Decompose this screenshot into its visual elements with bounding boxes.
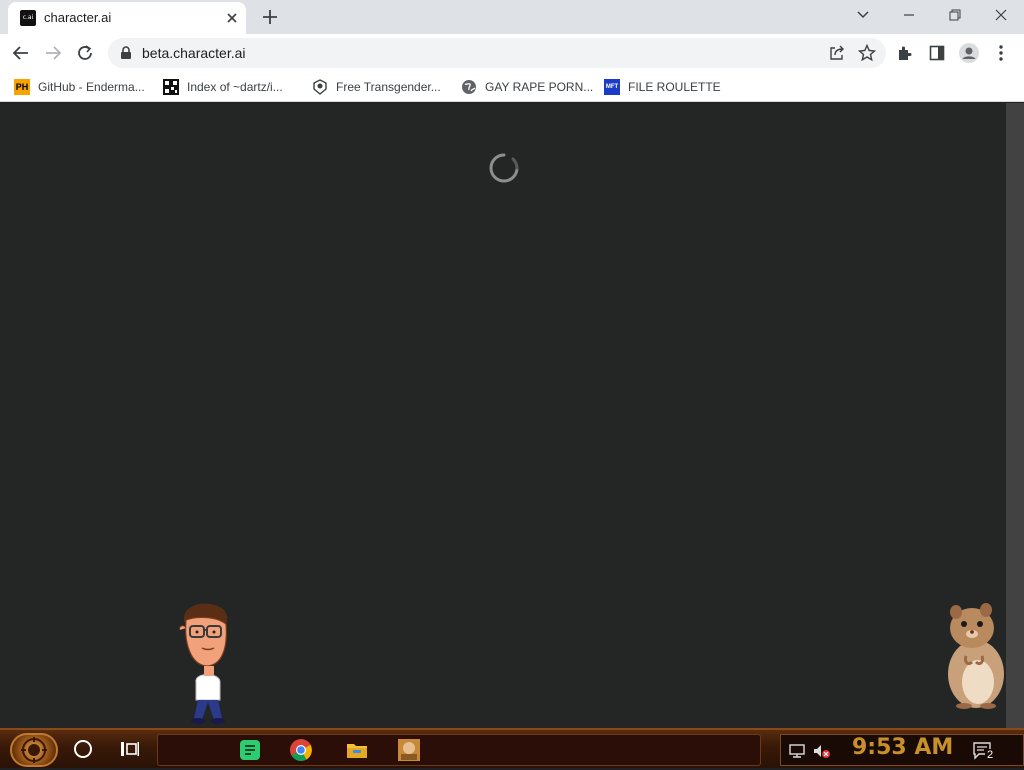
tab-character-ai[interactable]: c.ai character.ai	[8, 2, 246, 34]
app-thumbnail-icon[interactable]	[397, 738, 421, 762]
restore-icon	[949, 9, 961, 21]
notification-count: 2	[985, 749, 996, 761]
new-tab-icon[interactable]	[261, 8, 279, 26]
start-button[interactable]	[10, 733, 58, 767]
bookmark-star-icon[interactable]	[858, 44, 876, 62]
chevron-down-icon	[857, 11, 869, 19]
side-panel-icon	[929, 45, 945, 61]
badge-icon	[312, 79, 328, 95]
hamster-desktop-buddy[interactable]	[938, 602, 1008, 710]
bookmark-label: GitHub - Enderma...	[38, 80, 145, 94]
share-icon[interactable]	[828, 44, 846, 62]
bookmark-label: FILE ROULETTE	[628, 80, 721, 94]
forward-button[interactable]	[42, 42, 64, 64]
task-view-icon[interactable]	[120, 740, 140, 758]
globe-icon	[461, 79, 477, 95]
lock-icon[interactable]	[120, 46, 132, 60]
ph-icon: PH	[14, 79, 30, 95]
bookmark-item[interactable]: PH GitHub - Enderma...	[14, 77, 145, 97]
back-arrow-icon	[12, 46, 28, 60]
avatar-icon	[959, 43, 979, 63]
bookmark-item[interactable]: Index of ~dartz/i...	[163, 77, 283, 97]
minimize-button[interactable]	[886, 0, 932, 30]
cartoon-man-desktop-buddy[interactable]	[176, 602, 240, 726]
bookmark-label: Free Transgender...	[336, 80, 441, 94]
restore-button[interactable]	[932, 0, 978, 30]
bookmark-item[interactable]: Free Transgender...	[312, 77, 441, 97]
kebab-menu-icon	[999, 45, 1003, 61]
address-bar[interactable]: beta.character.ai	[108, 38, 886, 68]
bookmark-label: Index of ~dartz/i...	[187, 80, 283, 94]
puzzle-icon	[899, 46, 912, 60]
clock[interactable]: 9:53 AM	[852, 735, 953, 760]
side-panel-button[interactable]	[926, 42, 948, 64]
reload-button[interactable]	[74, 42, 96, 64]
close-window-button[interactable]	[978, 0, 1024, 30]
profile-button[interactable]	[958, 42, 980, 64]
url-text[interactable]: beta.character.ai	[142, 45, 246, 61]
bookmark-label: GAY RAPE PORN...	[485, 80, 594, 94]
tab-search-button[interactable]	[840, 0, 886, 30]
scrollbar[interactable]	[1006, 103, 1024, 728]
search-circle-icon[interactable]	[74, 740, 92, 758]
network-icon[interactable]	[789, 744, 805, 758]
extensions-button[interactable]	[894, 42, 916, 64]
tab-strip: c.ai character.ai	[0, 0, 1024, 34]
volume-muted-icon[interactable]	[813, 744, 831, 758]
notes-app-icon[interactable]	[238, 738, 262, 762]
tab-close-icon[interactable]	[224, 10, 240, 26]
menu-button[interactable]	[990, 42, 1012, 64]
bookmark-item[interactable]: MFT FILE ROULETTE	[604, 77, 721, 97]
chrome-icon[interactable]	[289, 738, 313, 762]
close-icon	[995, 9, 1007, 21]
back-button[interactable]	[10, 42, 32, 64]
file-explorer-icon[interactable]	[345, 738, 369, 762]
browser-toolbar: beta.character.ai	[0, 34, 1024, 72]
bookmark-item[interactable]: GAY RAPE PORN...	[461, 77, 593, 97]
forward-arrow-icon	[46, 46, 62, 60]
page-content	[0, 103, 1006, 728]
character-ai-favicon-icon: c.ai	[20, 10, 36, 26]
reload-icon	[78, 45, 92, 60]
qr-icon	[163, 79, 179, 95]
bookmarks-bar: PH GitHub - Enderma... Index of ~dartz/i…	[0, 72, 1024, 102]
minimize-icon	[904, 14, 914, 16]
steampunk-start-icon	[21, 737, 47, 763]
mft-icon: MFT	[604, 79, 620, 95]
tab-title: character.ai	[44, 10, 112, 25]
loading-spinner-icon	[489, 153, 519, 183]
